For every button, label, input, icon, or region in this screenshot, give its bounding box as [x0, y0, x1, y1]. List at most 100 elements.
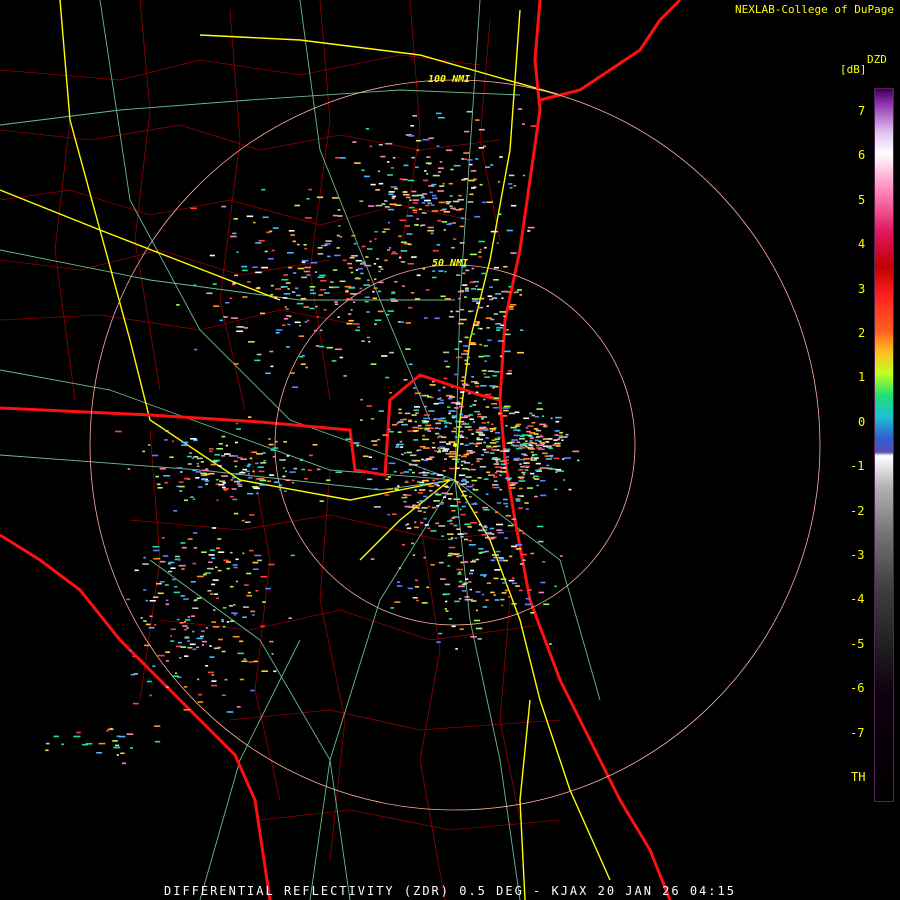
- echo-pixel: [535, 469, 542, 472]
- echo-pixel: [181, 444, 188, 446]
- echo-pixel: [282, 324, 286, 326]
- echo-pixel: [403, 164, 409, 167]
- echo-pixel: [528, 448, 535, 450]
- echo-pixel: [201, 640, 207, 643]
- echo-pixel: [179, 622, 184, 624]
- echo-pixel: [178, 485, 185, 488]
- echo-pixel: [182, 625, 188, 627]
- echo-pixel: [479, 327, 483, 330]
- echo-pixel: [378, 170, 380, 173]
- echo-pixel: [450, 168, 454, 171]
- echo-pixel: [246, 572, 252, 575]
- echo-pixel: [471, 484, 475, 486]
- echo-pixel: [428, 137, 434, 139]
- echo-pixel: [461, 494, 468, 497]
- echo-pixel: [525, 440, 528, 442]
- echo-pixel: [112, 740, 118, 742]
- echo-pixel: [451, 458, 457, 460]
- echo-pixel: [414, 526, 419, 529]
- echo-pixel: [443, 229, 446, 231]
- echo-pixel: [466, 356, 471, 359]
- echo-pixel: [262, 461, 267, 464]
- echo-pixel: [552, 444, 556, 446]
- echo-pixel: [426, 586, 430, 589]
- echo-pixel: [433, 482, 439, 484]
- echo-pixel: [511, 603, 517, 605]
- echo-pixel: [520, 553, 527, 556]
- echo-pixel: [183, 621, 187, 623]
- echo-pixel: [360, 398, 363, 401]
- echo-pixel: [411, 194, 419, 197]
- echo-pixel: [316, 468, 321, 471]
- echo-pixel: [252, 470, 255, 473]
- echo-pixel: [414, 298, 421, 300]
- echo-pixel: [455, 461, 460, 463]
- echo-pixel: [543, 425, 546, 427]
- echo-pixel: [142, 450, 146, 453]
- echo-pixel: [413, 429, 419, 432]
- echo-pixel: [265, 587, 272, 590]
- echo-pixel: [500, 463, 506, 466]
- echo-pixel: [510, 304, 517, 306]
- echo-pixel: [460, 416, 468, 419]
- echo-pixel: [397, 431, 402, 433]
- echo-pixel: [535, 429, 542, 432]
- echo-pixel: [323, 309, 327, 311]
- echo-pixel: [317, 247, 323, 249]
- echo-pixel: [408, 363, 413, 366]
- echo-pixel: [267, 480, 271, 482]
- echo-pixel: [472, 300, 479, 302]
- echo-pixel: [409, 199, 412, 201]
- echo-pixel: [184, 619, 191, 621]
- echo-pixel: [432, 276, 437, 279]
- echo-pixel: [478, 128, 485, 131]
- echo-pixel: [457, 533, 465, 535]
- echo-pixel: [216, 448, 223, 450]
- echo-pixel: [478, 523, 482, 526]
- echo-pixel: [451, 246, 455, 249]
- echo-pixel: [476, 302, 481, 304]
- echo-pixel: [423, 468, 427, 471]
- echo-pixel: [453, 164, 461, 167]
- echo-pixel: [273, 670, 277, 673]
- echo-pixel: [458, 554, 462, 557]
- echo-pixel: [489, 298, 494, 301]
- echo-pixel: [436, 244, 441, 246]
- echo-pixel: [145, 623, 151, 626]
- echo-pixel: [415, 139, 422, 142]
- echo-pixel: [391, 252, 398, 255]
- echo-pixel: [500, 324, 504, 327]
- echo-pixel: [436, 145, 440, 147]
- echo-pixel: [258, 239, 265, 242]
- echo-pixel: [477, 638, 482, 640]
- echo-pixel: [414, 463, 418, 466]
- echo-pixel: [485, 166, 491, 168]
- echo-pixel: [442, 208, 447, 211]
- echo-pixel: [519, 463, 522, 465]
- echo-pixel: [497, 213, 502, 216]
- echo-pixel: [193, 456, 199, 458]
- echo-pixel: [447, 554, 452, 557]
- echo-pixel: [184, 499, 188, 502]
- echo-pixel: [301, 259, 309, 262]
- echo-pixel: [363, 175, 370, 178]
- echo-pixel: [237, 456, 243, 459]
- echo-pixel: [336, 247, 340, 249]
- echo-pixel: [388, 462, 396, 465]
- echo-pixel: [334, 301, 338, 303]
- echo-pixel: [309, 307, 315, 310]
- echo-pixel: [487, 295, 493, 297]
- echo-pixel: [236, 706, 241, 708]
- echo-pixel: [445, 610, 449, 612]
- echo-pixel: [401, 496, 406, 499]
- echo-pixel: [270, 365, 274, 368]
- echo-pixel: [369, 240, 372, 243]
- echo-pixel: [482, 526, 488, 529]
- echo-pixel: [191, 457, 194, 460]
- echo-pixel: [419, 449, 422, 451]
- echo-pixel: [337, 316, 340, 318]
- echo-pixel: [296, 302, 304, 305]
- echo-pixel: [453, 498, 461, 501]
- echo-pixel: [170, 635, 173, 637]
- echo-pixel: [400, 241, 407, 244]
